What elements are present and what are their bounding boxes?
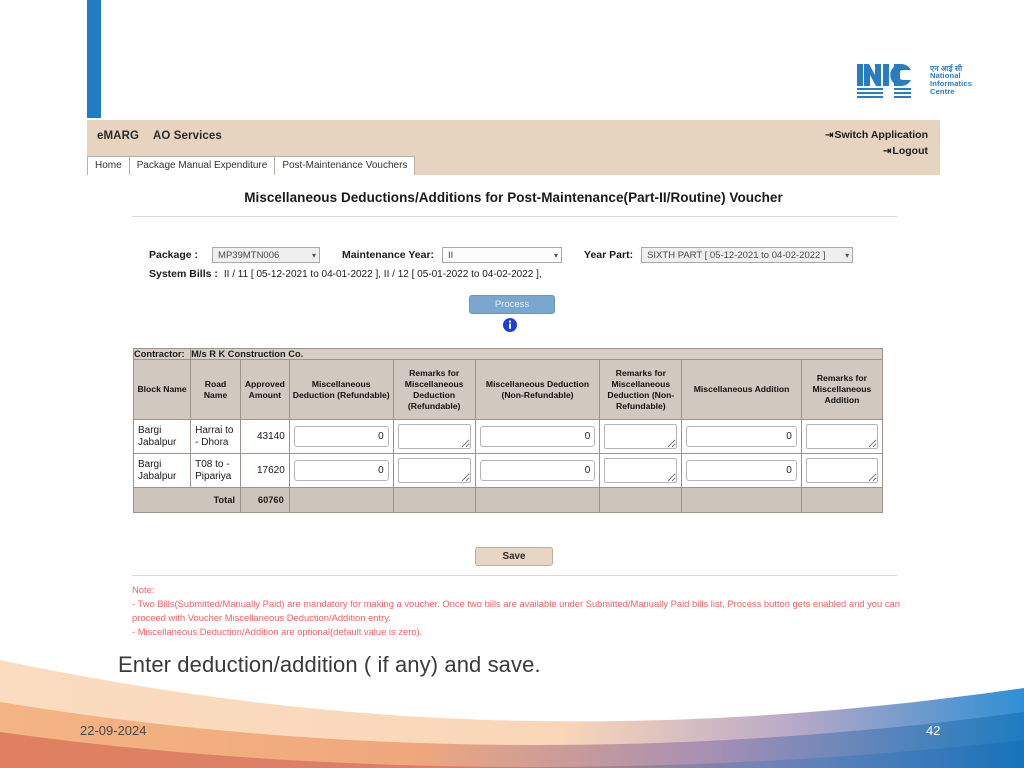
filter-form: Package : MP39MTN006 ▾ Maintenance Year:… <box>149 245 939 265</box>
contractor-row: Contractor: M/s R K Construction Co. <box>132 348 883 360</box>
total-label: Total <box>133 487 241 513</box>
total-spacer <box>800 487 884 513</box>
note-divider <box>132 575 897 576</box>
total-spacer <box>392 487 476 513</box>
col-remarks-addition: Remarks for Miscellaneous Addition <box>800 359 884 420</box>
total-spacer <box>474 487 601 513</box>
slide: एन आई सी National Informatics Centre eMA… <box>0 0 1024 768</box>
logout-label: Logout <box>892 144 928 157</box>
footer-date: 22-09-2024 <box>80 723 147 738</box>
info-icon[interactable] <box>502 317 518 333</box>
total-value: 60760 <box>239 487 290 513</box>
col-misc-deduction-non-refundable: Miscellaneous Deduction (Non-Refundable) <box>474 359 601 420</box>
maintenance-year-label: Maintenance Year: <box>342 249 435 261</box>
contractor-value: M/s R K Construction Co. <box>190 348 883 360</box>
maintenance-year-select[interactable]: II ▾ <box>442 247 563 263</box>
col-road-name: Road Name <box>190 359 241 420</box>
tab-home[interactable]: Home <box>87 156 130 175</box>
cell-block-name: Bargi Jabalpur <box>132 453 192 488</box>
input-deduction-refundable[interactable] <box>293 460 389 481</box>
header-actions: ⇥Switch Application ⇥Logout <box>825 128 928 159</box>
col-remarks-deduction-non-refundable: Remarks for Miscellaneous Deduction (Non… <box>599 359 683 420</box>
cell-approved-amount: 43140 <box>239 419 290 454</box>
contractor-label: Contractor: <box>132 348 192 360</box>
chevron-down-icon: ▾ <box>845 250 850 260</box>
application-screenshot: eMARG AO Services ⇥Switch Application ⇥Lo… <box>87 120 940 640</box>
input-deduction-refundable[interactable] <box>293 426 389 447</box>
page-title: Miscellaneous Deductions/Additions for P… <box>244 190 783 205</box>
note-heading: Note: <box>132 584 155 595</box>
nic-line3: Centre <box>930 86 955 96</box>
package-label: Package : <box>149 249 199 261</box>
input-addition[interactable] <box>686 426 797 447</box>
process-button[interactable]: Process <box>469 295 555 314</box>
system-bills-row: System Bills : II / 11 [ 05-12-2021 to 0… <box>149 268 542 280</box>
cell-road-name: T08 to - Pipariya <box>190 453 241 488</box>
system-bills-label: System Bills : <box>149 268 218 280</box>
nav-tabs: Home Package Manual Expenditure Post-Mai… <box>87 156 940 175</box>
input-remarks-deduction-refundable[interactable] <box>397 458 471 483</box>
table-total-row: Total 60760 <box>133 487 884 513</box>
package-select-value: MP39MTN006 <box>218 249 280 261</box>
input-remarks-addition[interactable] <box>805 458 878 483</box>
accent-bar <box>87 0 101 118</box>
note-line-1: - Two Bills(Submitted/Manually Paid) are… <box>132 598 900 624</box>
tab-package-manual-expenditure[interactable]: Package Manual Expenditure <box>128 156 276 175</box>
total-spacer <box>288 487 394 513</box>
footer-wave-decoration <box>0 660 1024 768</box>
col-block-name: Block Name <box>132 359 192 420</box>
total-spacer <box>599 487 683 513</box>
system-bills-value: II / 11 [ 05-12-2021 to 04-01-2022 ], II… <box>223 269 542 280</box>
service-name: AO Services <box>153 130 222 142</box>
page-number: 42 <box>926 723 941 738</box>
input-remarks-deduction-non-refundable[interactable] <box>604 458 678 483</box>
save-button[interactable]: Save <box>475 547 553 566</box>
brand-name: eMARG <box>97 130 140 142</box>
cell-approved-amount: 17620 <box>239 453 290 488</box>
chevron-down-icon: ▾ <box>312 250 317 260</box>
nic-wordmark: एन आई सी National Informatics Centre <box>930 64 972 96</box>
col-approved-amount: Approved Amount <box>239 359 290 420</box>
cell-block-name: Bargi Jabalpur <box>132 419 192 454</box>
year-part-label: Year Part: <box>584 249 634 261</box>
nic-logo: एन आई सी National Informatics Centre <box>856 58 986 102</box>
table-row: Bargi Jabalpur T08 to - Pipariya 17620 <box>132 453 884 488</box>
logout-icon: ⇥ <box>883 145 892 157</box>
year-part-select[interactable]: SIXTH PART [ 05-12-2021 to 04-02-2022 ] … <box>641 247 854 263</box>
input-remarks-addition[interactable] <box>805 424 878 449</box>
input-addition[interactable] <box>686 460 797 481</box>
package-select[interactable]: MP39MTN006 ▾ <box>212 247 321 263</box>
input-deduction-non-refundable[interactable] <box>479 460 596 481</box>
tab-post-maintenance-vouchers[interactable]: Post-Maintenance Vouchers <box>274 156 416 175</box>
chevron-down-icon: ▾ <box>554 250 559 260</box>
title-divider <box>132 216 897 217</box>
input-deduction-non-refundable[interactable] <box>479 426 596 447</box>
input-remarks-deduction-non-refundable[interactable] <box>604 424 678 449</box>
input-remarks-deduction-refundable[interactable] <box>397 424 471 449</box>
col-remarks-deduction-refundable: Remarks for Miscellaneous Deduction (Ref… <box>392 359 476 420</box>
table-row: Bargi Jabalpur Harrai to - Dhora 43140 <box>132 419 884 454</box>
col-misc-deduction-refundable: Miscellaneous Deduction (Refundable) <box>288 359 394 420</box>
switch-application-link[interactable]: ⇥Switch Application <box>825 128 928 144</box>
col-misc-addition: Miscellaneous Addition <box>681 359 802 420</box>
table-header-row: Block Name Road Name Approved Amount Mis… <box>132 359 884 420</box>
switch-application-icon: ⇥ <box>825 130 834 141</box>
year-part-select-value: SIXTH PART [ 05-12-2021 to 04-02-2022 ] <box>647 249 826 261</box>
deductions-table: Contractor: M/s R K Construction Co. Blo… <box>132 348 884 513</box>
app-brand: eMARG AO Services <box>97 130 222 142</box>
total-spacer <box>681 487 802 513</box>
cell-road-name: Harrai to - Dhora <box>190 419 241 454</box>
app-header: eMARG AO Services ⇥Switch Application ⇥Lo… <box>87 120 940 175</box>
nic-logomark-icon <box>857 64 911 98</box>
switch-application-label: Switch Application <box>834 129 928 141</box>
maintenance-year-select-value: II <box>448 249 454 261</box>
